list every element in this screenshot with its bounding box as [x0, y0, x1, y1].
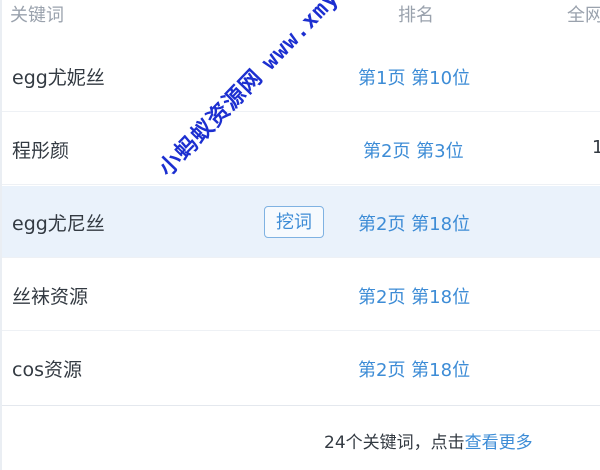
- full-network-value: 1: [592, 137, 600, 158]
- keyword-cell: 程彤颜: [12, 140, 70, 162]
- header-full-network: 全网: [567, 5, 600, 26]
- keyword-cell: egg尤尼丝: [12, 213, 105, 235]
- rank-link[interactable]: 第2页 第18位: [358, 356, 470, 382]
- table-header: 关键词 排名 全网: [2, 0, 600, 28]
- table-row-hovered[interactable]: egg尤尼丝 挖词 第2页 第18位: [2, 186, 600, 258]
- header-keyword: 关键词: [10, 5, 64, 26]
- table-footer: 24个关键词，点击查看更多: [2, 405, 600, 470]
- table-row[interactable]: 丝袜资源 第2页 第18位: [2, 259, 600, 331]
- keyword-count: 24个关键词，点击查看更多: [324, 428, 533, 453]
- rank-link[interactable]: 第2页 第3位: [363, 137, 464, 163]
- keyword-cell: cos资源: [12, 359, 82, 381]
- rank-link[interactable]: 第1页 第10位: [358, 64, 470, 90]
- keyword-cell: egg尤妮丝: [12, 67, 105, 89]
- table-row[interactable]: cos资源 第2页 第18位: [2, 332, 600, 404]
- table-row[interactable]: 程彤颜 第2页 第3位 1: [2, 113, 600, 185]
- view-more-link[interactable]: 查看更多: [465, 433, 533, 453]
- rank-link[interactable]: 第2页 第18位: [358, 283, 470, 309]
- header-rank: 排名: [398, 5, 434, 26]
- table-row[interactable]: egg尤妮丝 第1页 第10位: [2, 40, 600, 112]
- keyword-cell: 丝袜资源: [12, 286, 89, 308]
- dig-keyword-button[interactable]: 挖词: [264, 206, 324, 238]
- keyword-ranking-panel: 关键词 排名 全网 egg尤妮丝 第1页 第10位 程彤颜 第2页 第3位 1 …: [0, 0, 600, 470]
- keyword-count-text: 24个关键词，点击: [324, 433, 465, 453]
- rank-link[interactable]: 第2页 第18位: [358, 210, 470, 236]
